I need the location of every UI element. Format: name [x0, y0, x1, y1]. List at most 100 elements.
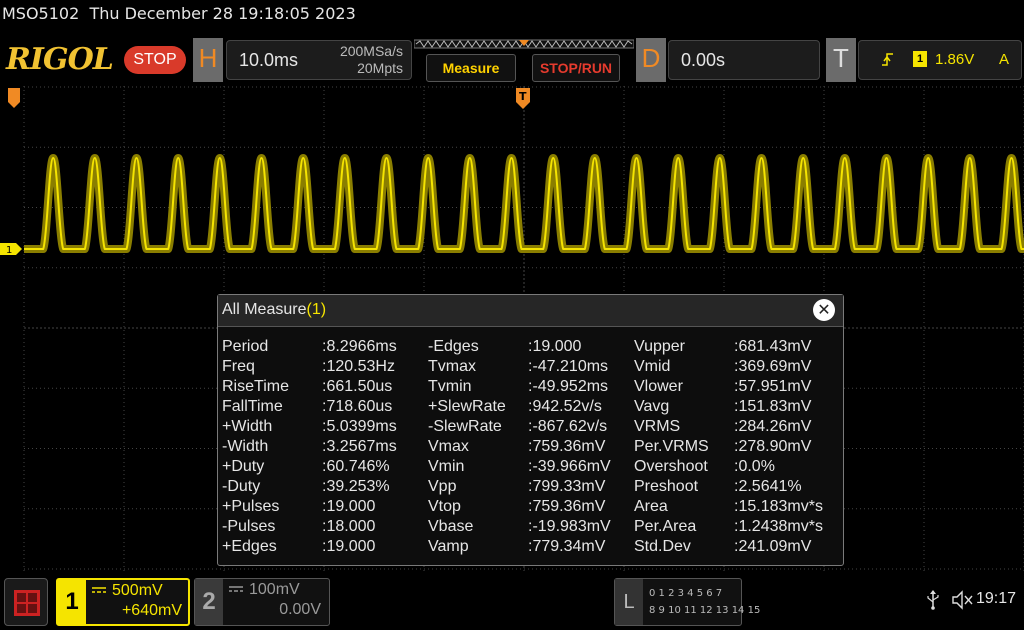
measure-item-value: :19.000: [528, 338, 582, 355]
measure-item-value: :120.53Hz: [322, 358, 395, 375]
dc-coupling-icon: [229, 586, 243, 592]
home-menu-button[interactable]: [4, 578, 48, 626]
measure-item-value: :18.000: [322, 518, 376, 535]
close-icon[interactable]: ✕: [813, 299, 835, 321]
measure-row: +Width :5.0399ms -SlewRate :-867.62v/s VRMS:…: [222, 417, 840, 437]
measure-item-value: :718.60us: [322, 398, 393, 415]
channel-1-scale: 500mV: [112, 582, 163, 599]
trigger-level-left-marker[interactable]: [8, 88, 20, 108]
delay-panel[interactable]: 0.00s: [668, 40, 820, 80]
measure-item-name: +Width: [222, 418, 273, 435]
trigger-menu-tab[interactable]: T: [826, 38, 856, 82]
channel-1-number: 1: [58, 580, 86, 624]
trigger-time-marker-label: T: [519, 90, 527, 103]
delay-menu-tab[interactable]: D: [636, 38, 666, 82]
measure-item-name: -Width: [222, 438, 269, 455]
measure-row: +Duty:60.746% Vmin:-39.966mV Overshoot:0.0…: [222, 457, 840, 477]
measure-item-value: :3.2567ms: [322, 438, 397, 455]
measure-item-value: :5.0399ms: [322, 418, 397, 435]
trigger-panel[interactable]: 1 1.86V A: [858, 40, 1022, 80]
measure-item-name: Vmax: [428, 438, 469, 455]
measure-item-value: :779.34mV: [528, 538, 606, 555]
clock: 19:17: [976, 590, 1017, 607]
measure-item-name: Tvmin: [428, 378, 472, 395]
rigol-logo: RIGOL: [6, 42, 114, 77]
measure-button[interactable]: Measure: [426, 54, 516, 82]
horizontal-letter: H: [198, 43, 218, 73]
measure-item-value: :241.09mV: [734, 538, 812, 555]
measure-item-value: :2.5641%: [734, 478, 802, 495]
measure-row: Freq:120.53Hz Tvmax:-47.210ms Vmid:369.69m…: [222, 357, 840, 377]
model-name: MSO5102: [2, 4, 80, 23]
measure-item-value: :759.36mV: [528, 498, 606, 515]
measure-item-name: Vavg: [634, 398, 670, 415]
top-toolbar: RIGOL STOP H 10.0ms 200MSa/s 20Mpts Meas…: [0, 38, 1024, 82]
measure-item-name: -Duty: [222, 478, 261, 495]
instrument-title: MSO5102 Thu December 28 19:18:05 2023: [2, 4, 356, 23]
measure-item-value: :39.253%: [322, 478, 390, 495]
measure-window-header[interactable]: All Measure(1) ✕: [218, 295, 843, 327]
measure-window-title: All Measure(1): [222, 301, 326, 319]
measure-item-value: :942.52v/s: [528, 398, 602, 415]
channel-1-offset-label: 1: [6, 245, 12, 256]
trigger-level: 1.86V: [935, 51, 975, 68]
grid-menu-icon: [14, 590, 40, 616]
measure-title-text: All Measure: [222, 301, 307, 318]
measure-item-value: :57.951mV: [734, 378, 812, 395]
measure-item-name: +SlewRate: [428, 398, 506, 415]
timebase-panel[interactable]: 10.0ms 200MSa/s 20Mpts: [226, 40, 412, 80]
memory-overview-strip[interactable]: [414, 38, 634, 52]
trigger-source-badge: 1: [913, 51, 927, 67]
measure-item-value: :-867.62v/s: [528, 418, 608, 435]
stop-run-button[interactable]: STOP/RUN: [532, 54, 620, 82]
horizontal-menu-tab[interactable]: H: [193, 38, 223, 82]
measure-row: Period:8.2966ms -Edges:19.000 Vupper:681.4…: [222, 337, 840, 357]
timebase-value: 10.0ms: [239, 50, 299, 70]
measure-item-value: :-47.210ms: [528, 358, 609, 375]
measure-title-channel: (1): [306, 301, 327, 318]
run-state-badge[interactable]: STOP: [124, 46, 186, 74]
channel-2-scale: 100mV: [249, 581, 300, 598]
measure-item-value: :759.36mV: [528, 438, 606, 455]
measure-item-name: VRMS: [634, 418, 681, 435]
measure-item-name: -Pulses: [222, 518, 276, 535]
measure-item-name: -SlewRate: [428, 418, 502, 435]
measure-row: -Pulses:18.000 Vbase:-19.983mV Per.Area:1.…: [222, 517, 840, 537]
measure-item-name: Per.VRMS: [634, 438, 709, 455]
measure-row: +Pulses:19.000 Vtop:759.36mV Area:15.183mv…: [222, 497, 840, 517]
measure-item-name: Per.Area: [634, 518, 697, 535]
measure-item-name: +Pulses: [222, 498, 280, 515]
channel-2-box[interactable]: 2 100mV 0.00V: [194, 578, 330, 626]
measure-item-name: Preshoot: [634, 478, 699, 495]
delay-letter: D: [641, 43, 661, 73]
channel-1-box[interactable]: 1 500mV +640mV: [56, 578, 190, 626]
logic-channels-row-1: 0 1 2 3 4 5 6 7: [649, 588, 723, 599]
measure-item-name: Std.Dev: [634, 538, 691, 555]
logic-analyzer-letter: L: [615, 579, 643, 625]
trigger-letter: T: [833, 43, 849, 73]
date-time: Thu December 28 19:18:05 2023: [89, 4, 356, 23]
measure-item-name: Period: [222, 338, 269, 355]
measure-item-value: :284.26mV: [734, 418, 812, 435]
measure-item-value: :369.69mV: [734, 358, 812, 375]
measure-row: -Duty:39.253% Vpp:799.33mV Preshoot:2.5641…: [222, 477, 840, 497]
all-measure-window[interactable]: All Measure(1) ✕ Period:8.2966ms -Edges:1…: [217, 294, 844, 566]
sample-rate: 200MSa/s: [339, 43, 403, 59]
delay-value: 0.00s: [681, 50, 726, 70]
measure-item-name: Vmin: [428, 458, 465, 475]
measure-item-name: Tvmax: [428, 358, 476, 375]
measure-item-value: :278.90mV: [734, 438, 812, 455]
measure-item-name: Vupper: [634, 338, 685, 355]
measure-item-name: Vmid: [634, 358, 671, 375]
measure-item-value: :151.83mV: [734, 398, 812, 415]
measure-item-value: :661.50us: [322, 378, 393, 395]
speaker-muted-icon[interactable]: [952, 590, 974, 610]
logic-analyzer-box[interactable]: L 0 1 2 3 4 5 6 7 8 9 10 11 12 13 14 15: [614, 578, 760, 626]
bottom-status-bar: 1 500mV +640mV 2 100mV 0.00V L 0 1 2 3 4…: [0, 574, 1024, 630]
measure-item-value: :19.000: [322, 498, 376, 515]
measure-item-value: :1.2438mv*s: [734, 518, 823, 535]
dc-coupling-icon: [92, 587, 106, 593]
measure-item-name: Overshoot: [634, 458, 708, 475]
memory-depth: 20Mpts: [357, 60, 403, 76]
measure-item-value: :799.33mV: [528, 478, 606, 495]
